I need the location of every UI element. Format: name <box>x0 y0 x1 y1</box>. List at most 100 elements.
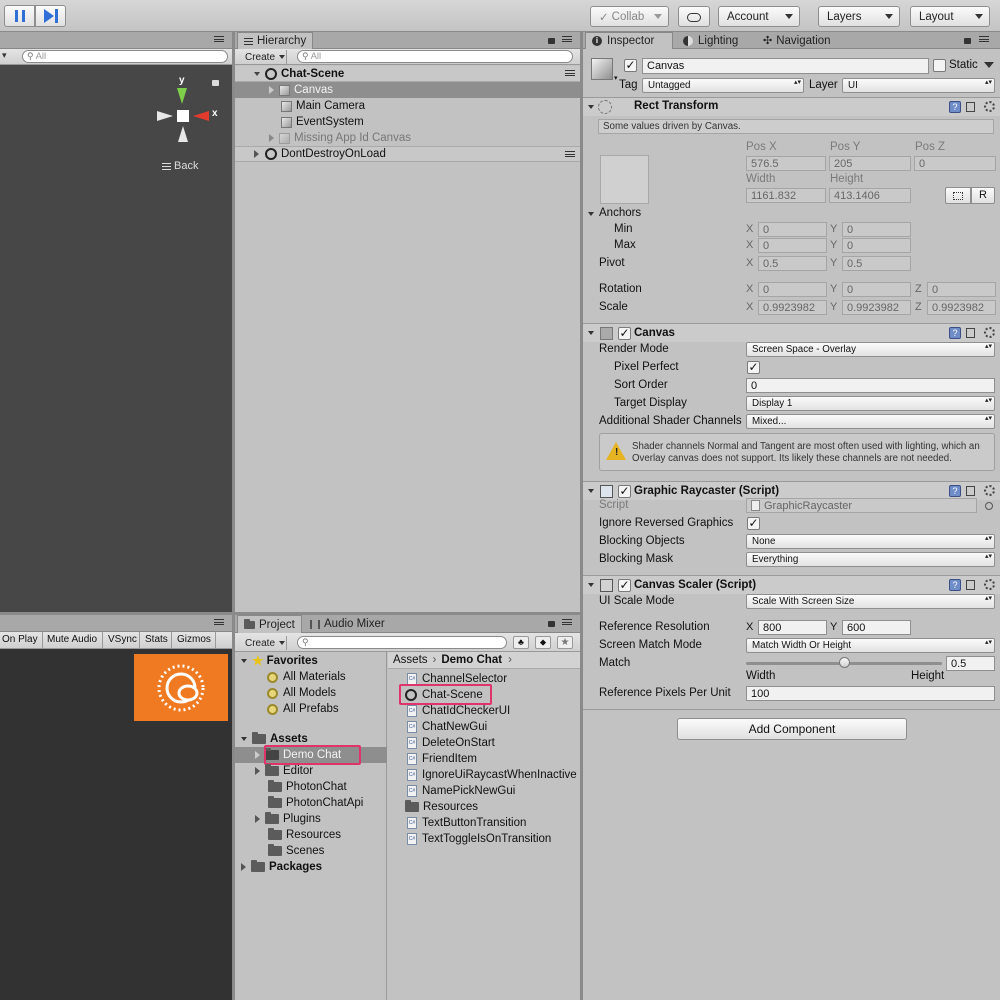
anchors-expand-icon[interactable] <box>588 212 594 216</box>
file-chatidcheckerui[interactable]: C# ChatIdCheckerUI <box>407 703 510 719</box>
hierarchy-scene-chat-scene[interactable]: Chat-Scene <box>235 66 580 82</box>
gizmo-back-label[interactable]: Back <box>162 160 198 172</box>
breadcrumb-demo-chat[interactable]: Demo Chat <box>441 654 502 666</box>
reference-resolution-x-field[interactable]: 800 <box>758 620 827 635</box>
collapse-icon[interactable] <box>588 331 594 335</box>
mute-audio-toggle[interactable]: Mute Audio <box>47 634 97 645</box>
collapsed-arrow-icon[interactable] <box>254 150 259 158</box>
hierarchy-item-main-camera[interactable]: Main Camera <box>235 98 580 114</box>
anchor-min-x-field[interactable]: 0 <box>758 222 827 237</box>
help-icon[interactable]: ? <box>949 485 961 497</box>
panel-divider[interactable] <box>232 32 235 1000</box>
shader-channels-dropdown[interactable]: Mixed... <box>746 414 995 429</box>
collapsed-arrow-icon[interactable] <box>255 815 260 823</box>
gizmo-x-cone[interactable] <box>193 111 209 121</box>
gear-icon[interactable] <box>984 327 995 338</box>
tab-hierarchy[interactable]: Hierarchy <box>237 32 314 49</box>
file-ignoreuiraycastwheninactive[interactable]: C# IgnoreUiRaycastWhenInactive <box>407 767 577 783</box>
lock-icon[interactable] <box>964 38 971 44</box>
preset-icon[interactable] <box>966 486 975 496</box>
gameobject-icon[interactable] <box>591 58 613 80</box>
file-frienditem[interactable]: C# FriendItem <box>407 751 477 767</box>
project-search-input[interactable]: ⚲ <box>297 636 507 649</box>
pivot-y-field[interactable]: 0.5 <box>842 256 911 271</box>
layers-dropdown[interactable]: Layers <box>818 6 900 27</box>
help-icon[interactable]: ? <box>949 101 961 113</box>
target-display-dropdown[interactable]: Display 1 <box>746 396 995 411</box>
game-menu-icon[interactable] <box>214 619 224 625</box>
ignore-reversed-checkbox[interactable]: ✓ <box>747 517 760 530</box>
gear-icon[interactable] <box>984 579 995 590</box>
project-menu-icon[interactable] <box>562 619 572 625</box>
collapse-icon[interactable] <box>588 105 594 109</box>
blueprint-mode-button[interactable] <box>945 187 971 204</box>
add-component-button[interactable]: Add Component <box>677 718 907 740</box>
tab-navigation[interactable]: ✣ Navigation <box>757 32 837 49</box>
gameobject-active-checkbox[interactable]: ✓ <box>624 59 637 72</box>
breadcrumb-assets[interactable]: Assets <box>393 654 428 666</box>
scene-viewport[interactable] <box>0 65 232 612</box>
scale-x-field[interactable]: 0.9923982 <box>758 300 827 315</box>
project-create-dropdown[interactable]: Create <box>241 636 287 650</box>
anchor-preset-button[interactable] <box>600 155 649 204</box>
tab-lighting[interactable]: Lighting <box>677 32 744 49</box>
blocking-mask-dropdown[interactable]: Everything <box>746 552 995 567</box>
pivot-x-field[interactable]: 0.5 <box>758 256 827 271</box>
hierarchy-scene-dontdestroyonload[interactable]: DontDestroyOnLoad <box>235 146 580 162</box>
ref-ppu-field[interactable]: 100 <box>746 686 995 701</box>
tree-plugins[interactable]: Plugins <box>235 811 321 827</box>
script-field[interactable]: GraphicRaycaster <box>746 498 977 513</box>
anchor-min-y-field[interactable]: 0 <box>842 222 911 237</box>
collapse-icon[interactable] <box>588 489 594 493</box>
canvas-enabled-checkbox[interactable]: ✓ <box>618 327 631 340</box>
scaler-enabled-checkbox[interactable]: ✓ <box>618 579 631 592</box>
anchor-max-y-field[interactable]: 0 <box>842 238 911 253</box>
tag-dropdown[interactable]: Untagged <box>642 78 804 93</box>
canvas-component-header[interactable]: ✓ Canvas ? <box>583 323 1000 342</box>
expand-icon[interactable] <box>241 737 247 741</box>
scene-menu-icon[interactable] <box>214 36 224 42</box>
account-dropdown[interactable]: Account <box>718 6 800 27</box>
hierarchy-create-dropdown[interactable]: Create <box>241 50 287 64</box>
help-icon[interactable]: ? <box>949 579 961 591</box>
reference-resolution-y-field[interactable]: 600 <box>842 620 911 635</box>
width-field[interactable]: 1161.832 <box>746 188 826 203</box>
expand-icon[interactable] <box>241 659 247 663</box>
rect-transform-header[interactable]: Rect Transform ? <box>583 97 1000 116</box>
gizmo-y-cone[interactable] <box>177 88 187 104</box>
file-textbuttontransition[interactable]: C# TextButtonTransition <box>407 815 526 831</box>
gizmo-neg-x-cone[interactable] <box>157 111 173 121</box>
panel-divider[interactable] <box>0 612 580 615</box>
preset-icon[interactable] <box>966 102 975 112</box>
step-button[interactable] <box>35 5 66 27</box>
rotation-y-field[interactable]: 0 <box>842 282 911 297</box>
pos-x-field[interactable]: 576.5 <box>746 156 826 171</box>
file-texttoggleisontransition[interactable]: C# TextToggleIsOnTransition <box>407 831 551 847</box>
collapsed-arrow-icon[interactable] <box>269 86 274 94</box>
collapse-icon[interactable] <box>588 583 594 587</box>
stats-toggle[interactable]: Stats <box>145 634 168 645</box>
collapsed-arrow-icon[interactable] <box>255 767 260 775</box>
panel-divider[interactable] <box>580 32 583 1000</box>
anchor-max-x-field[interactable]: 0 <box>758 238 827 253</box>
canvas-scaler-header[interactable]: ✓ Canvas Scaler (Script) ? <box>583 575 1000 594</box>
layout-dropdown[interactable]: Layout <box>910 6 990 27</box>
tree-photonchatapi[interactable]: PhotonChatApi <box>268 795 363 811</box>
lock-icon[interactable] <box>212 80 219 86</box>
favorite-star-icon[interactable]: ★ <box>557 636 573 649</box>
gear-icon[interactable] <box>984 485 995 496</box>
tree-packages[interactable]: Packages <box>235 859 322 875</box>
tree-favorites[interactable]: ★ Favorites <box>235 653 318 669</box>
tree-scenes[interactable]: Scenes <box>268 843 324 859</box>
match-slider-thumb[interactable] <box>839 657 850 668</box>
maximize-on-play-toggle[interactable]: On Play <box>2 634 38 645</box>
height-field[interactable]: 413.1406 <box>829 188 911 203</box>
tab-project[interactable]: Project <box>237 615 302 633</box>
scene-options-icon[interactable] <box>565 70 575 76</box>
preset-icon[interactable] <box>966 328 975 338</box>
gear-icon[interactable] <box>984 101 995 112</box>
blocking-objects-dropdown[interactable]: None <box>746 534 995 549</box>
collab-button[interactable]: ✓ Collab <box>590 6 669 27</box>
inspector-menu-icon[interactable] <box>979 36 989 42</box>
tab-inspector[interactable]: i Inspector <box>585 32 673 49</box>
